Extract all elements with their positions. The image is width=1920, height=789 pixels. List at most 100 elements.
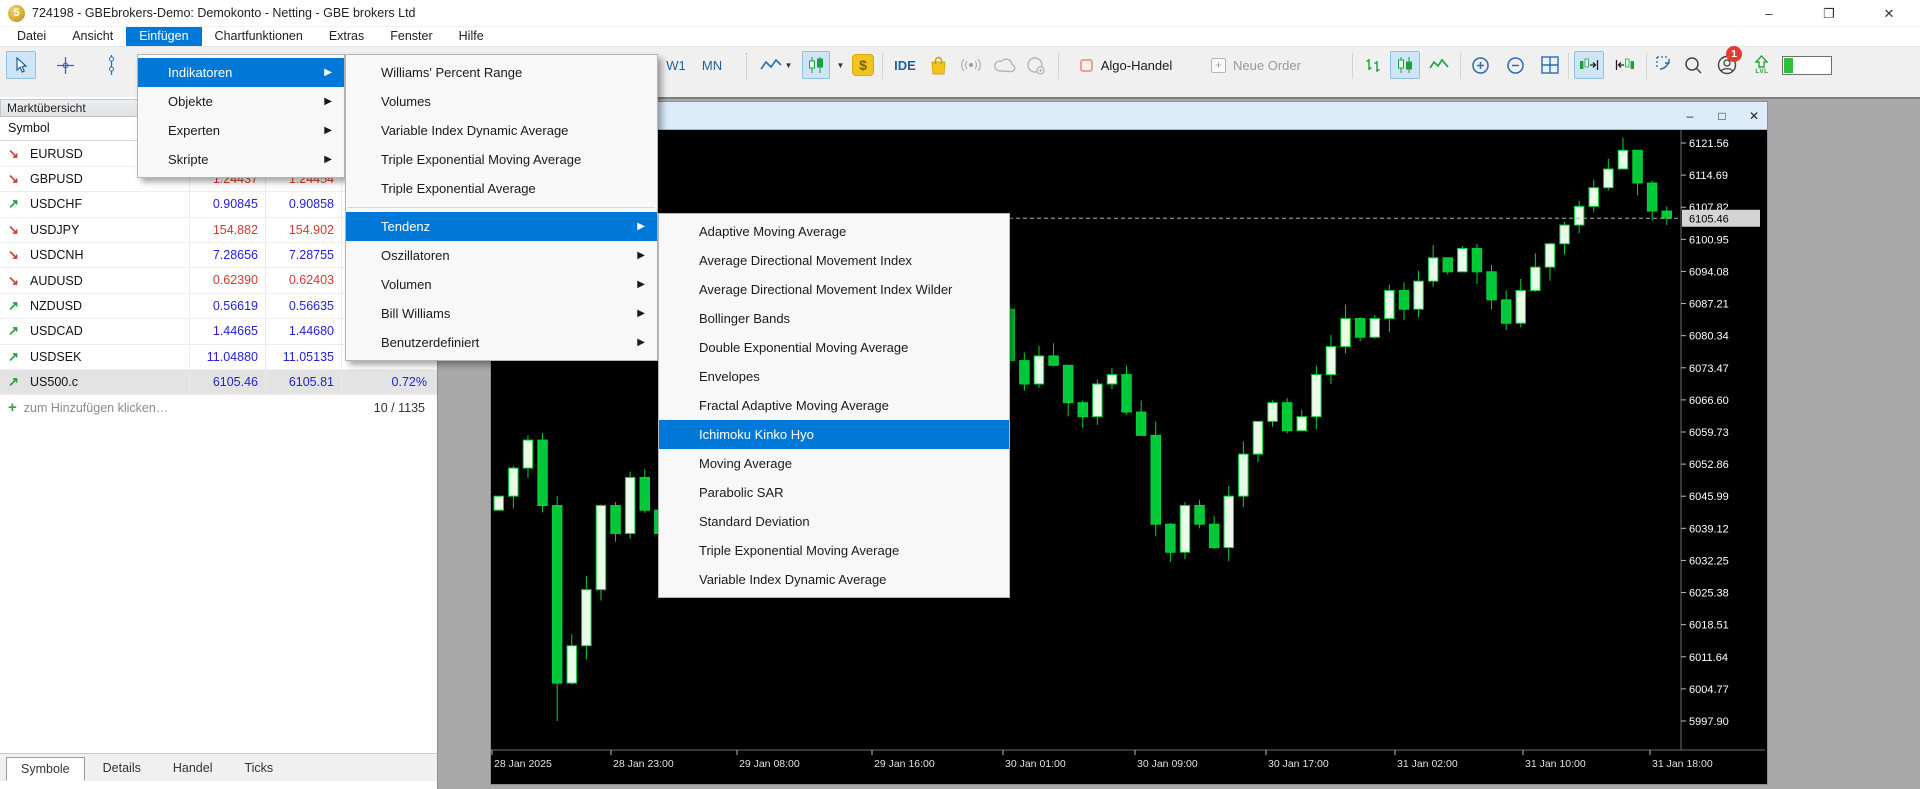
bid-value: 1.44665 <box>190 319 266 344</box>
indicator-category-volumen[interactable]: Volumen ▶ <box>346 270 657 299</box>
menu-item-label: Bill Williams <box>381 306 451 321</box>
trend-indicator-item[interactable]: Fractal Adaptive Moving Average <box>659 391 1009 420</box>
trend-indicator-item[interactable]: Triple Exponential Moving Average <box>659 536 1009 565</box>
vertical-line-tool-button[interactable] <box>96 51 126 79</box>
shift-end-left-button[interactable] <box>1610 51 1640 79</box>
symbol-name: USDCHF <box>30 197 83 212</box>
add-symbol-row[interactable]: + zum Hinzufügen klicken… 10 / 1135 <box>0 395 437 420</box>
line-chart-type-button[interactable]: ▼ <box>756 51 796 79</box>
menubar-item-ansicht[interactable]: Ansicht <box>59 27 126 46</box>
chart-maximize-button[interactable]: □ <box>1709 107 1735 125</box>
chart-window-titlebar[interactable]: – □ ✕ <box>491 102 1767 130</box>
broadcast-button[interactable] <box>956 51 986 79</box>
insert-menu-item-experten[interactable]: Experten ▶ <box>138 116 344 145</box>
zoom-out-button[interactable] <box>1501 51 1529 79</box>
timeframe-w1-button[interactable]: W1 <box>660 51 692 79</box>
candle-type-dropdown[interactable]: ▼ <box>832 51 846 79</box>
svg-text:6039.12: 6039.12 <box>1689 523 1729 535</box>
trend-indicator-item[interactable]: Envelopes <box>659 362 1009 391</box>
crosshair-tool-button[interactable] <box>50 51 80 79</box>
trend-indicator-item[interactable]: Standard Deviation <box>659 507 1009 536</box>
menubar-item-datei[interactable]: Datei <box>4 27 59 46</box>
panel-tab-symbole[interactable]: Symbole <box>6 757 85 781</box>
zoom-in-button[interactable] <box>1466 51 1494 79</box>
indicator-recent-item[interactable]: Variable Index Dynamic Average <box>346 116 657 145</box>
menubar-item-einfügen[interactable]: Einfügen <box>126 27 202 46</box>
market-bag-button[interactable] <box>924 51 952 79</box>
chart-minimize-button[interactable]: – <box>1677 107 1703 125</box>
cloud-button[interactable] <box>990 51 1020 79</box>
menu-item-label: Objekte <box>168 94 213 109</box>
indicator-category-tendenz[interactable]: Tendenz ▶ <box>346 212 657 241</box>
shift-end-right-button[interactable] <box>1574 51 1604 79</box>
arrow-down-icon: ↘ <box>8 170 19 186</box>
trend-indicator-item[interactable]: Parabolic SAR <box>659 478 1009 507</box>
panel-tab-handel[interactable]: Handel <box>159 757 227 781</box>
arrow-down-icon: ↘ <box>8 247 19 263</box>
svg-text:6121.56: 6121.56 <box>1689 138 1729 150</box>
market-watch-row-US500.c[interactable]: ↗ US500.c 6105.46 6105.81 0.72% <box>0 370 437 396</box>
levels-button[interactable]: LVL <box>1750 51 1774 79</box>
candles-mode-button[interactable] <box>1390 51 1420 79</box>
connection-bar-icon <box>1782 55 1832 75</box>
bars-mode-button[interactable] <box>1360 51 1386 79</box>
community-button[interactable] <box>1020 51 1050 79</box>
line-mode-button[interactable] <box>1426 51 1452 79</box>
window-title: 724198 - GBEbrokers-Demo: Demokonto - Ne… <box>32 6 416 20</box>
trend-indicator-item[interactable]: Variable Index Dynamic Average <box>659 565 1009 594</box>
indicator-recent-item[interactable]: Triple Exponential Average <box>346 174 657 203</box>
insert-menu-item-skripte[interactable]: Skripte ▶ <box>138 145 344 174</box>
current-price-tag: 6105.46 <box>1689 213 1729 225</box>
candles-chart-icon <box>1398 57 1412 73</box>
menubar-item-chartfunktionen[interactable]: Chartfunktionen <box>202 27 316 46</box>
mt5-app-icon: 5 <box>8 5 25 22</box>
new-order-button[interactable]: + Neue Order <box>1196 51 1316 79</box>
tile-windows-button[interactable] <box>1536 51 1564 79</box>
algo-trading-button[interactable]: Algo-Handel <box>1066 51 1186 79</box>
symbol-column-header[interactable]: Symbol <box>8 121 50 135</box>
insert-menu-item-objekte[interactable]: Objekte ▶ <box>138 87 344 116</box>
menubar-item-hilfe[interactable]: Hilfe <box>446 27 497 46</box>
chart-close-button[interactable]: ✕ <box>1741 107 1767 125</box>
trend-indicator-item[interactable]: Ichimoku Kinko Hyo <box>659 420 1009 449</box>
auto-scroll-button[interactable] <box>1652 51 1678 79</box>
close-button[interactable]: ✕ <box>1866 0 1912 27</box>
restore-button[interactable]: ❐ <box>1806 0 1852 27</box>
trend-indicator-item[interactable]: Moving Average <box>659 449 1009 478</box>
menubar-item-extras[interactable]: Extras <box>316 27 377 46</box>
timeframe-mn-button[interactable]: MN <box>696 51 728 79</box>
indicator-category-oszillatoren[interactable]: Oszillatoren ▶ <box>346 241 657 270</box>
indicator-category-benutzerdefiniert[interactable]: Benutzerdefiniert ▶ <box>346 328 657 357</box>
trend-indicator-item[interactable]: Adaptive Moving Average <box>659 217 1009 246</box>
one-click-trading-button[interactable]: $ <box>850 51 876 79</box>
menubar-item-fenster[interactable]: Fenster <box>377 27 445 46</box>
indicator-recent-item[interactable]: Williams' Percent Range <box>346 58 657 87</box>
profile-button[interactable]: 1 <box>1712 46 1742 79</box>
menu-item-label: Oszillatoren <box>381 248 450 263</box>
indicator-recent-item[interactable]: Volumes <box>346 87 657 116</box>
shopping-bag-icon <box>930 56 946 74</box>
candle-chart-icon <box>809 57 823 73</box>
trend-indicator-item[interactable]: Double Exponential Moving Average <box>659 333 1009 362</box>
panel-tab-details[interactable]: Details <box>89 757 155 781</box>
trend-indicator-item[interactable]: Average Directional Movement Index Wilde… <box>659 275 1009 304</box>
symbol-name: USDSEK <box>30 349 82 364</box>
cursor-tool-button[interactable] <box>6 51 36 79</box>
menu-bar: Datei Ansicht Einfügen Chartfunktionen Extra… <box>0 27 1920 46</box>
svg-text:6059.73: 6059.73 <box>1689 427 1729 439</box>
candle-chart-type-button[interactable] <box>802 51 830 79</box>
svg-text:29 Jan 16:00: 29 Jan 16:00 <box>874 758 935 770</box>
indicators-submenu: Williams' Percent Range Volumes Variable I… <box>345 54 658 361</box>
indicator-category-bill williams[interactable]: Bill Williams ▶ <box>346 299 657 328</box>
insert-menu-item-indikatoren[interactable]: Indikatoren ▶ <box>138 58 344 87</box>
ask-value: 0.56635 <box>266 293 342 319</box>
minimize-button[interactable]: – <box>1746 0 1792 27</box>
indicator-recent-item[interactable]: Triple Exponential Moving Average <box>346 145 657 174</box>
trend-indicator-item[interactable]: Bollinger Bands <box>659 304 1009 333</box>
bid-value: 7.28656 <box>190 243 266 268</box>
search-button[interactable] <box>1680 51 1706 79</box>
trend-indicator-item[interactable]: Average Directional Movement Index <box>659 246 1009 275</box>
ide-button[interactable]: IDE <box>888 51 922 79</box>
menu-item-label: Triple Exponential Moving Average <box>381 152 582 167</box>
panel-tab-ticks[interactable]: Ticks <box>230 757 287 781</box>
